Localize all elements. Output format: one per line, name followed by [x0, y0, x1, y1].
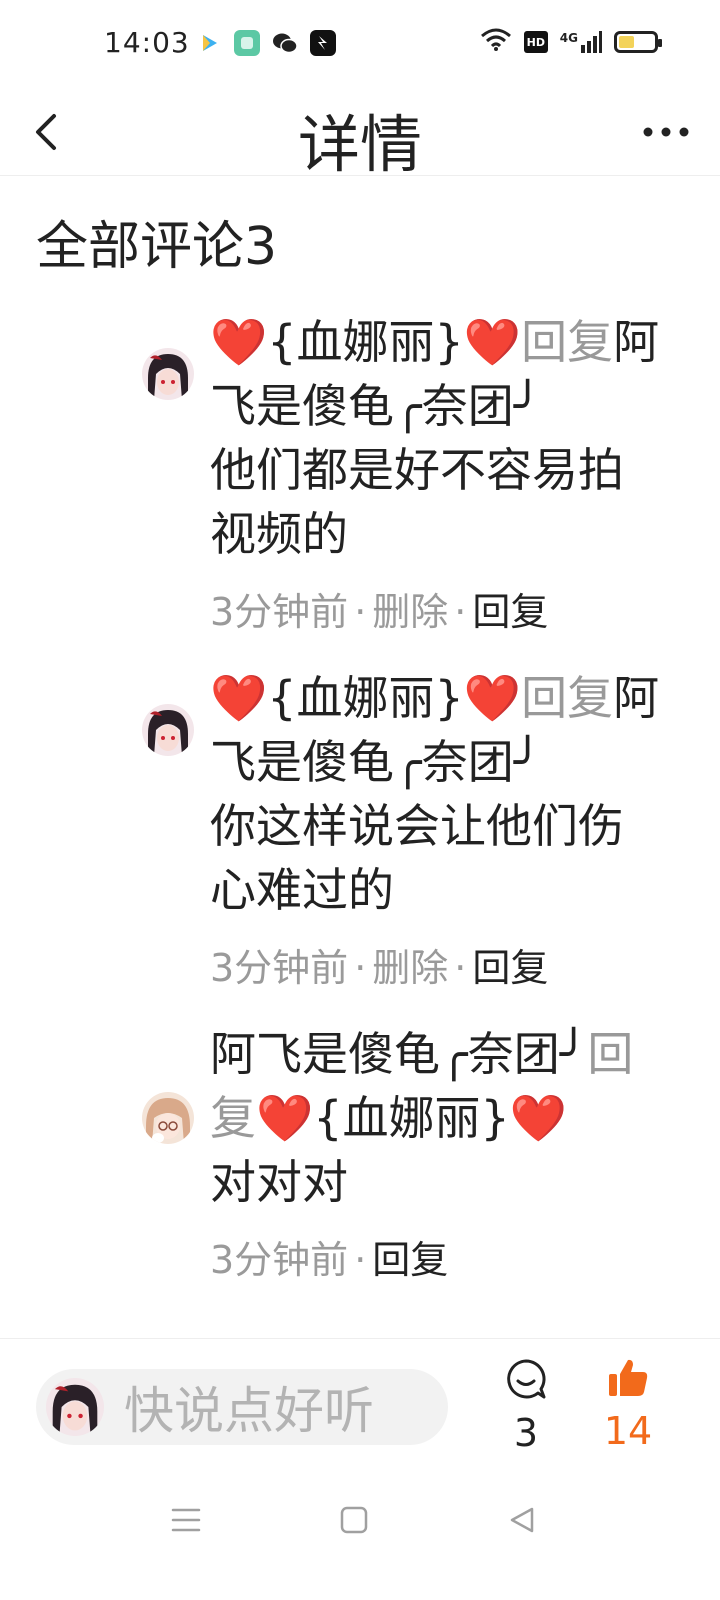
- comment-action-bar: 快说点好听 3 14: [0, 1338, 720, 1466]
- comment-item: 阿飞是傻龟╭奈团╯回复❤️{血娜丽}❤️ 对对对 3分钟前 · 回复: [0, 1022, 720, 1284]
- reply-link[interactable]: 回复: [472, 590, 548, 634]
- like-count: 14: [603, 1409, 653, 1453]
- wifi-icon: [480, 28, 512, 56]
- comment-item: ❤️{血娜丽}❤️回复阿飞是傻龟╭奈团╯ 你这样说会让他们伤心难过的 3分钟前 ·…: [0, 666, 720, 992]
- comment-bubble-icon: [507, 1359, 546, 1399]
- reply-word: 回复: [521, 671, 614, 725]
- meta-separator: ·: [454, 946, 467, 990]
- all-comments-title: 全部评论3: [36, 217, 278, 277]
- meta-separator: ·: [354, 946, 367, 990]
- more-button[interactable]: [636, 108, 696, 156]
- page-title: 详情: [297, 108, 422, 181]
- status-time: 14:03: [104, 26, 190, 59]
- comment-header: ❤️{血娜丽}❤️回复阿飞是傻龟╭奈团╯: [210, 310, 668, 438]
- comments-button[interactable]: 3: [496, 1357, 556, 1457]
- comment-author[interactable]: {血娜丽}: [267, 315, 464, 369]
- bolt-app-icon: [310, 30, 336, 56]
- avatar[interactable]: [142, 348, 194, 400]
- comment-input-placeholder: 快说点好听: [124, 1382, 374, 1440]
- app-square-icon: [234, 30, 260, 56]
- nav-back-button[interactable]: [500, 1498, 544, 1542]
- comment-time: 3分钟前: [210, 946, 349, 990]
- thumbs-up-icon: [609, 1359, 648, 1396]
- like-button[interactable]: 14: [598, 1357, 658, 1457]
- avatar[interactable]: [142, 704, 194, 756]
- comment-meta: 3分钟前 · 删除 · 回复: [210, 588, 668, 636]
- reply-link[interactable]: 回复: [472, 946, 548, 990]
- battery-icon: [614, 31, 662, 53]
- meta-separator: ·: [454, 590, 467, 634]
- comment-input[interactable]: 快说点好听: [36, 1369, 448, 1445]
- comment-header: 阿飞是傻龟╭奈团╯回复❤️{血娜丽}❤️: [210, 1022, 668, 1150]
- avatar[interactable]: [142, 1092, 194, 1144]
- status-bar: 14:03 HD 4G: [0, 0, 720, 88]
- wechat-icon: [272, 30, 298, 56]
- top-app-bar: 详情: [0, 88, 720, 181]
- reply-target[interactable]: {血娜丽}: [313, 1091, 510, 1145]
- comment-item: ❤️{血娜丽}❤️回复阿飞是傻龟╭奈团╯ 他们都是好不容易拍视频的 3分钟前 · 删…: [0, 310, 720, 636]
- comment-meta: 3分钟前 · 回复: [210, 1236, 668, 1284]
- heart-emoji: ❤️: [509, 1091, 568, 1145]
- menu-icon: [171, 1508, 201, 1532]
- comment-header: ❤️{血娜丽}❤️回复阿飞是傻龟╭奈团╯: [210, 666, 668, 794]
- heart-emoji: ❤️: [210, 315, 268, 369]
- comment-count: 3: [513, 1411, 539, 1455]
- notification-icons: [196, 30, 336, 56]
- meta-separator: ·: [354, 590, 367, 634]
- heart-emoji: ❤️: [463, 671, 522, 725]
- delete-link[interactable]: 删除: [372, 946, 448, 990]
- comment-author[interactable]: 阿飞是傻龟╭奈团╯: [210, 1027, 587, 1081]
- comment-meta: 3分钟前 · 删除 · 回复: [210, 944, 668, 992]
- heart-emoji: ❤️: [210, 671, 268, 725]
- heart-emoji: ❤️: [256, 1091, 314, 1145]
- menu-button[interactable]: [164, 1498, 208, 1542]
- back-triangle-icon: [510, 1507, 534, 1533]
- network-type: 4G: [559, 31, 578, 45]
- reply-word: 回复: [521, 315, 614, 369]
- comment-text: 对对对: [210, 1155, 348, 1209]
- comment-time: 3分钟前: [210, 1238, 349, 1282]
- status-indicators: HD 4G: [480, 28, 662, 56]
- heart-emoji: ❤️: [463, 315, 522, 369]
- more-dots-icon: [643, 127, 689, 137]
- comment-list: ❤️{血娜丽}❤️回复阿飞是傻龟╭奈团╯ 他们都是好不容易拍视频的 3分钟前 · 删…: [0, 310, 720, 1284]
- home-button[interactable]: [332, 1498, 376, 1542]
- reply-link[interactable]: 回复: [372, 1238, 448, 1282]
- comment-text: 你这样说会让他们伤心难过的: [210, 799, 624, 917]
- signal-icon: 4G: [560, 31, 602, 53]
- home-square-icon: [340, 1506, 368, 1534]
- video-app-icon: [196, 30, 222, 56]
- delete-link[interactable]: 删除: [372, 590, 448, 634]
- hd-badge: HD: [523, 31, 548, 53]
- comment-author[interactable]: {血娜丽}: [267, 671, 464, 725]
- meta-separator: ·: [354, 1238, 367, 1282]
- comment-text: 他们都是好不容易拍视频的: [210, 443, 624, 561]
- comment-time: 3分钟前: [210, 590, 349, 634]
- avatar: [46, 1378, 104, 1436]
- system-nav-bar: [0, 1480, 720, 1560]
